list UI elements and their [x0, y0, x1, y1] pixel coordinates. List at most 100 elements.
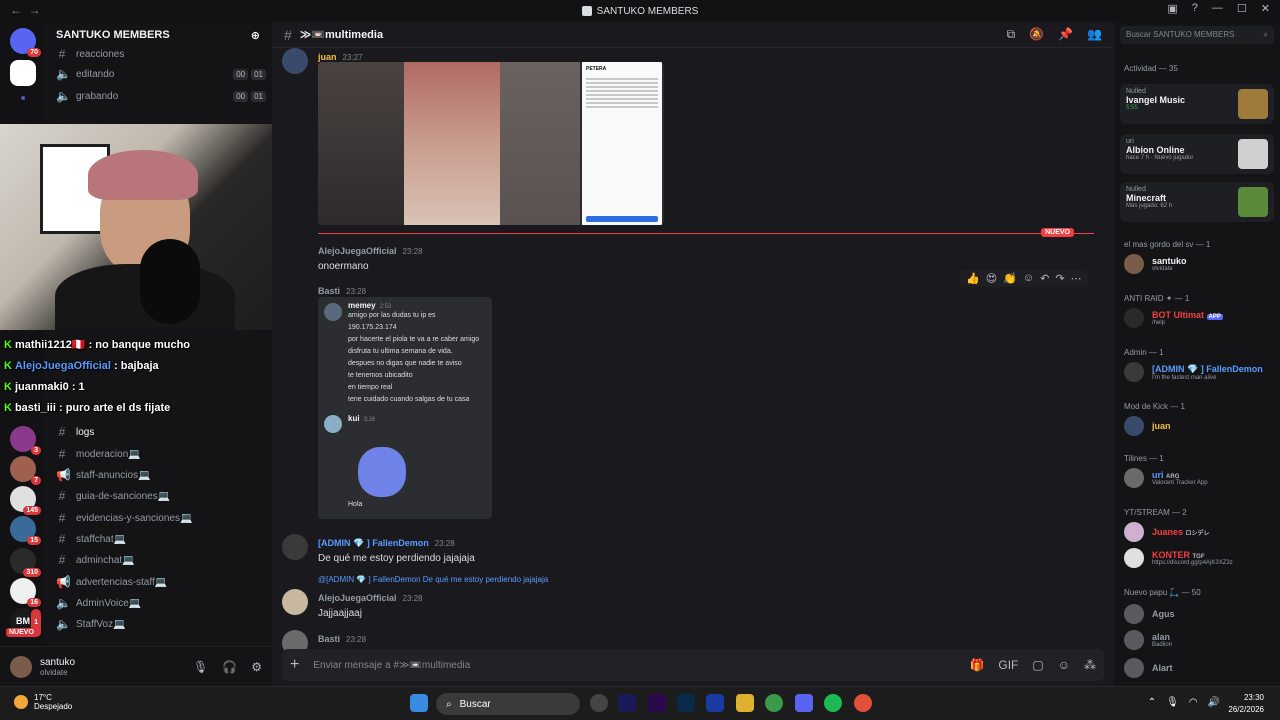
taskbar-search[interactable]: ⌕ Buscar — [436, 693, 580, 715]
member-list-icon[interactable]: 👥 — [1087, 27, 1102, 42]
message-author[interactable]: AlejoJuegaOfficial — [318, 593, 397, 603]
image-attachment[interactable]: PETERA — [318, 62, 664, 225]
member-item[interactable]: alan Badlion — [1124, 630, 1172, 650]
member-item[interactable]: juan — [1124, 416, 1171, 436]
pin-icon[interactable]: 📌 — [1058, 27, 1073, 42]
more-options-icon[interactable]: ⋯ — [1071, 272, 1082, 285]
voice-channel-grabando[interactable]: 🔈 grabando 00 01 — [56, 86, 266, 106]
notification-bell-icon[interactable]: 🔕 — [1029, 27, 1044, 42]
spotify-icon[interactable] — [824, 694, 842, 712]
attach-plus-icon[interactable]: + — [290, 656, 299, 674]
reaction-clap-icon[interactable]: 👏 — [1003, 272, 1017, 285]
sticker-icon[interactable]: ▢ — [1032, 658, 1043, 672]
after-effects-icon[interactable] — [618, 694, 636, 712]
server-icon[interactable]: 310 — [10, 548, 41, 577]
vegas-icon[interactable] — [706, 694, 724, 712]
channel-evidencias[interactable]: # evidencias-y-sanciones💻 — [56, 508, 266, 528]
channel-advertencias-staff[interactable]: 📢 advertencias-staff💻 — [56, 572, 266, 592]
gift-icon[interactable]: 🎁 — [969, 658, 984, 672]
server-icon[interactable]: 15 — [10, 516, 41, 545]
member-item[interactable]: uri ARG Valorant Tracker App — [1124, 468, 1208, 488]
voice-channel-adminvoice[interactable]: 🔈 AdminVoice💻 — [56, 593, 266, 613]
channel-reacciones[interactable]: # reacciones — [56, 44, 266, 64]
reply-preview[interactable]: @[ADMIN 💎 ] FallenDemon De qué me estoy … — [318, 575, 548, 584]
member-item[interactable]: Agus — [1124, 604, 1175, 624]
avatar[interactable] — [10, 655, 32, 678]
stream-chat-line: Kbasti_iii : puro arte el ds fijate — [4, 401, 171, 414]
screenshot-attachment[interactable]: memey 2:53 amigo por las dudas tu ip es 1… — [318, 297, 492, 519]
member-item[interactable]: KONTER TGF https://discord.gg/p4AjK3XZ3z — [1124, 548, 1233, 568]
avatar[interactable] — [282, 534, 308, 560]
channel-logs[interactable]: # logs — [56, 422, 266, 442]
channel-guia-de-sanciones[interactable]: # guia-de-sanciones💻 — [56, 486, 266, 506]
channel-adminchat[interactable]: # adminchat💻 — [56, 550, 266, 570]
close-button[interactable]: ✕ — [1261, 2, 1270, 15]
message-author[interactable]: [ADMIN 💎 ] FallenDemon — [318, 538, 429, 548]
activity-card[interactable]: uri Albion Online hace 7 h · Nuevo jugad… — [1120, 134, 1274, 174]
server-icon[interactable]: 145 — [10, 486, 41, 515]
forward-icon[interactable]: ↷ — [1055, 272, 1064, 285]
threads-icon[interactable]: ⧉ — [1007, 27, 1016, 42]
add-member-icon[interactable]: ⊕ — [251, 29, 260, 42]
premiere-icon[interactable] — [648, 694, 666, 712]
volume-icon[interactable]: 🔊 — [1208, 697, 1220, 708]
activity-card[interactable]: Nulled Minecraft Más jugado: 62 h — [1120, 182, 1274, 222]
settings-gear-icon[interactable]: ⚙ — [251, 660, 262, 674]
channel-staffchat[interactable]: # staffchat💻 — [56, 529, 266, 549]
message-author[interactable]: Basti — [318, 634, 340, 644]
chrome-profile-icon[interactable] — [854, 694, 872, 712]
add-reaction-icon[interactable]: ☺ — [1023, 272, 1034, 285]
new-servers-badge[interactable]: NUEVO — [6, 628, 37, 637]
emoji-icon[interactable]: ☺ — [1058, 658, 1070, 672]
chevron-up-icon[interactable]: ⌃ — [1148, 697, 1156, 708]
discord-icon[interactable] — [795, 694, 813, 712]
message-author[interactable]: Basti — [318, 286, 340, 296]
wifi-icon[interactable]: ◠ — [1189, 697, 1198, 708]
member-item[interactable]: Alart — [1124, 658, 1173, 678]
voice-channel-editando[interactable]: 🔈 editando 00 01 — [56, 64, 266, 84]
help-icon[interactable]: ? — [1192, 2, 1198, 15]
folder-icon[interactable]: ▪ — [10, 90, 36, 116]
activity-card[interactable]: Nulled Ivangel Music 5:55 — [1120, 84, 1274, 124]
server-icon-santuko[interactable] — [10, 60, 36, 86]
server-icon[interactable]: 7 — [10, 456, 41, 485]
app-icon[interactable] — [590, 694, 608, 712]
message-time: 23:28 — [402, 594, 423, 603]
apps-icon[interactable]: ⁂ — [1084, 658, 1096, 672]
voice-channel-staffvoz[interactable]: 🔈 StaffVoz💻 — [56, 614, 266, 634]
photoshop-icon[interactable] — [677, 694, 695, 712]
inbox-icon[interactable]: ▣ — [1167, 2, 1177, 15]
direct-messages-icon[interactable]: 70 — [10, 28, 41, 57]
member-item[interactable]: BOT Ultimat APP/help — [1124, 308, 1223, 328]
mic-tray-icon[interactable]: 🎙 — [1166, 697, 1179, 708]
search-input[interactable]: Buscar SANTUKO MEMBERS ⌕ — [1120, 26, 1274, 44]
minimize-button[interactable]: — — [1212, 2, 1223, 15]
weather-widget[interactable]: 17°C Despejado — [14, 693, 72, 711]
member-item[interactable]: santuko olvidate — [1124, 254, 1187, 274]
message-author[interactable]: AlejoJuegaOfficial — [318, 246, 397, 256]
maximize-button[interactable]: ☐ — [1237, 2, 1247, 15]
server-icon[interactable]: 16 — [10, 578, 41, 607]
message-author[interactable]: juan — [318, 52, 337, 62]
image-photo — [404, 62, 500, 225]
windows-start-icon[interactable] — [410, 694, 428, 712]
server-icon[interactable]: 3 — [10, 426, 41, 455]
reaction-thumbs-icon[interactable]: 👍 — [966, 272, 980, 285]
member-item[interactable]: Juanes ロシデレ — [1124, 522, 1210, 542]
reply-icon[interactable]: ↶ — [1040, 272, 1049, 285]
clock[interactable]: 23:30 26/2/2026 — [1228, 692, 1264, 716]
avatar[interactable] — [282, 48, 308, 74]
message-composer[interactable]: + Enviar mensaje a #≫📼multimedia 🎁 GIF ▢… — [282, 649, 1104, 681]
file-explorer-icon[interactable] — [736, 694, 754, 712]
chrome-icon[interactable] — [765, 694, 783, 712]
channel-staff-anuncios[interactable]: 📢 staff-anuncios💻 — [56, 465, 266, 485]
member-item[interactable]: [ADMIN 💎 ] FallenDemon I'm the fastest ma… — [1124, 362, 1263, 382]
headphones-icon[interactable]: 🎧 — [222, 660, 237, 674]
reaction-heart-eyes-icon[interactable]: 😍 — [986, 272, 997, 285]
username: santuko — [40, 656, 76, 668]
channel-moderacion[interactable]: # moderacion💻 — [56, 444, 266, 464]
microphone-icon[interactable]: 🎙 — [193, 660, 208, 674]
avatar[interactable] — [282, 589, 308, 615]
gif-icon[interactable]: GIF — [998, 658, 1018, 672]
back-arrow-icon[interactable]: ← → — [10, 3, 41, 17]
